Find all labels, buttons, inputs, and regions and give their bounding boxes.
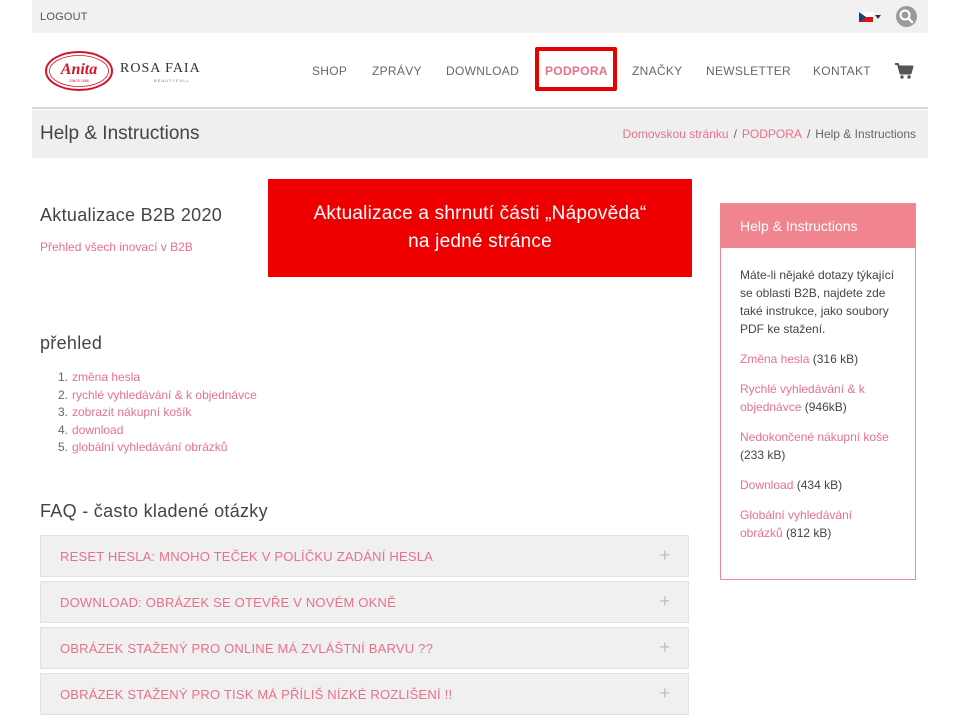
faq-question: DOWNLOAD: OBRÁZEK SE OTEVŘE V NOVÉM OKNĚ (60, 595, 396, 610)
breadcrumb-separator: / (733, 127, 737, 141)
sidebar-file: Rychlé vyhledávání & k objednávce (946kB… (740, 380, 898, 416)
update-overview-link[interactable]: Přehled všech inovací v B2B (40, 240, 193, 254)
update-heading: Aktualizace B2B 2020 (40, 205, 223, 225)
list-item: 5. globální vyhledávání obrázků (58, 439, 257, 457)
overview-link-image-search[interactable]: globální vyhledávání obrázků (72, 440, 227, 454)
sidebar-file-link-carts[interactable]: Nedokončené nákupní koše (740, 430, 889, 444)
list-number: 5. (58, 440, 69, 455)
plus-icon[interactable]: + (659, 637, 670, 658)
faq-question: OBRÁZEK STAŽENÝ PRO TISK MÁ PŘÍLIŠ NÍZKÉ… (60, 687, 453, 702)
list-number: 3. (58, 405, 69, 420)
page-title-band: Help & Instructions Domovskou stránku / PO… (32, 110, 928, 158)
sidebar-file: Download (434 kB) (740, 476, 898, 494)
faq-item-print-resolution[interactable]: OBRÁZEK STAŽENÝ PRO TISK MÁ PŘÍLIŠ NÍZKÉ… (40, 673, 689, 715)
sidebar-help-box: Help & Instructions Máte-li nějaké dotaz… (720, 203, 916, 580)
faq-item-online-color[interactable]: OBRÁZEK STAŽENÝ PRO ONLINE MÁ ZVLÁŠTNÍ B… (40, 627, 689, 669)
breadcrumb-podpora[interactable]: PODPORA (742, 127, 802, 141)
file-size: (812 kB) (786, 526, 832, 540)
sidebar-file-link-download[interactable]: Download (740, 478, 793, 492)
svg-text:Anita: Anita (60, 61, 97, 78)
nav-znacky[interactable]: ZNAČKY (632, 64, 682, 78)
sidebar-intro: Máte-li nějaké dotazy týkající se oblast… (740, 268, 895, 336)
sidebar-title: Help & Instructions (740, 218, 858, 234)
brand-name[interactable]: ROSA FAIA (120, 61, 201, 77)
list-item: 3. zobrazit nákupní košík (58, 404, 257, 422)
sidebar-file: Změna hesla (316 kB) (740, 350, 898, 368)
list-number: 2. (58, 387, 69, 402)
top-bar: LOGOUT (32, 0, 928, 33)
file-size: (946kB) (804, 400, 847, 414)
overview-list: 1. změna hesla 2. rychlé vyhledávání & k o… (58, 369, 257, 457)
overview-link-password[interactable]: změna hesla (72, 370, 140, 384)
overview-link-cart[interactable]: zobrazit nákupní košík (72, 405, 191, 419)
plus-icon[interactable]: + (659, 591, 670, 612)
nav-shop[interactable]: SHOP (312, 64, 347, 78)
anita-logo[interactable]: Anita SINCE 1886 (44, 50, 114, 97)
svg-text:SINCE 1886: SINCE 1886 (69, 79, 89, 83)
page-title: Help & Instructions (40, 123, 200, 144)
callout-banner: Aktualizace a shrnutí části „Nápověda“ n… (268, 179, 692, 277)
chevron-down-icon[interactable] (875, 15, 881, 19)
breadcrumb-home[interactable]: Domovskou stránku (623, 127, 729, 141)
sidebar-header: Help & Instructions (721, 204, 915, 248)
search-icon[interactable] (896, 6, 917, 27)
plus-icon[interactable]: + (659, 545, 670, 566)
brand-tagline: BEAUTYFULL (154, 78, 190, 83)
breadcrumb: Domovskou stránku / PODPORA / Help & Instruc… (623, 127, 916, 141)
nav-highlight-box (535, 47, 617, 91)
faq-heading: FAQ - často kladené otázky (40, 501, 268, 521)
file-size: (233 kB) (740, 448, 786, 462)
breadcrumb-separator: / (806, 127, 811, 141)
faq-item-reset-password[interactable]: RESET HESLA: MNOHO TEČEK V POLÍČKU ZADÁN… (40, 535, 689, 577)
plus-icon[interactable]: + (659, 683, 670, 704)
sidebar-file: Nedokončené nákupní koše (233 kB) (740, 428, 898, 464)
faq-item-download-new-window[interactable]: DOWNLOAD: OBRÁZEK SE OTEVŘE V NOVÉM OKNĚ… (40, 581, 689, 623)
list-number: 4. (58, 422, 69, 437)
list-item: 2. rychlé vyhledávání & k objednávce (58, 387, 257, 405)
czech-flag-icon[interactable] (859, 12, 873, 22)
site-header: Anita SINCE 1886 ROSA FAIA BEAUTYFULL SH… (32, 33, 928, 109)
shopping-cart-icon[interactable] (894, 62, 914, 85)
file-size: (434 kB) (796, 478, 843, 492)
list-item: 4. download (58, 422, 257, 440)
callout-line-1: Aktualizace a shrnutí části „Nápověda“ (313, 203, 647, 224)
file-size: (316 kB) (812, 352, 859, 366)
faq-question: RESET HESLA: MNOHO TEČEK V POLÍČKU ZADÁN… (60, 549, 434, 564)
callout-line-2: na jedné stránce (408, 231, 552, 252)
overview-link-quick-search[interactable]: rychlé vyhledávání & k objednávce (72, 388, 257, 402)
list-item: 1. změna hesla (58, 369, 257, 387)
nav-download[interactable]: DOWNLOAD (446, 64, 519, 78)
nav-zpravy[interactable]: ZPRÁVY (372, 64, 422, 78)
logout-link[interactable]: LOGOUT (40, 11, 88, 23)
nav-newsletter[interactable]: NEWSLETTER (706, 64, 791, 78)
nav-kontakt[interactable]: KONTAKT (813, 64, 871, 78)
breadcrumb-current: Help & Instructions (815, 127, 916, 141)
sidebar-file-link-password[interactable]: Změna hesla (740, 352, 809, 366)
list-number: 1. (58, 370, 69, 384)
sidebar-file: Globální vyhledávání obrázků (812 kB) (740, 506, 898, 542)
overview-heading: přehled (40, 333, 103, 353)
overview-link-download[interactable]: download (72, 423, 123, 437)
faq-question: OBRÁZEK STAŽENÝ PRO ONLINE MÁ ZVLÁŠTNÍ B… (60, 641, 434, 656)
sidebar-body: Máte-li nějaké dotazy týkající se oblast… (740, 266, 898, 542)
